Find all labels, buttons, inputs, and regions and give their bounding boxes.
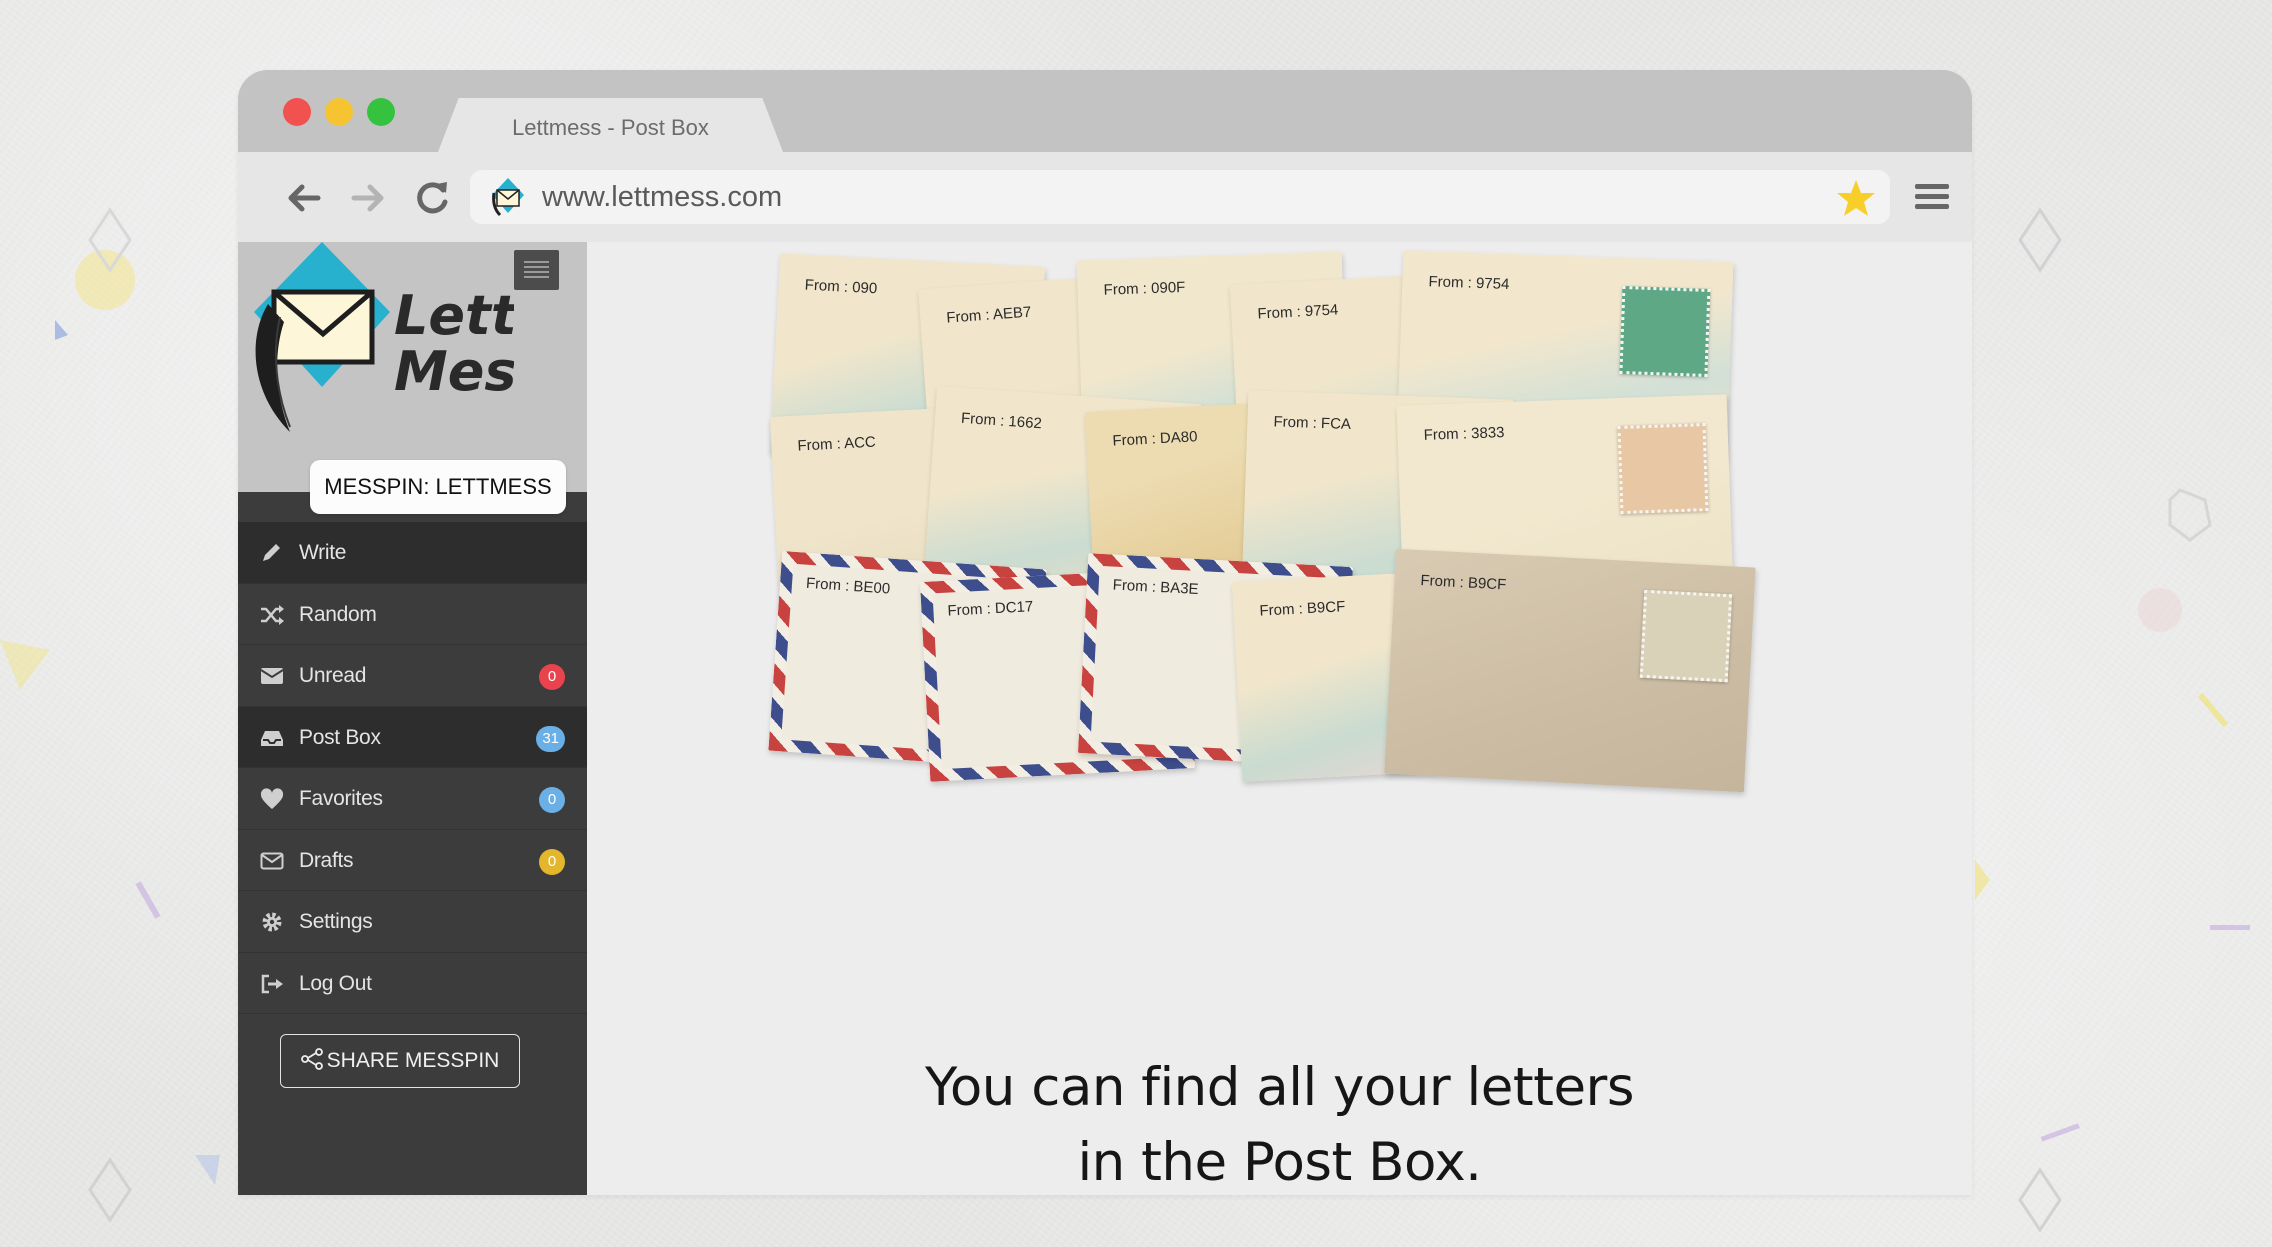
close-window-button[interactable]	[283, 98, 311, 126]
sidebar-item-label: Write	[299, 541, 347, 564]
sidebar-header: Lett Mess MESSPIN: LETTMESS	[238, 242, 587, 514]
minimize-window-button[interactable]	[325, 98, 353, 126]
reload-icon	[417, 182, 448, 214]
gear-icon	[262, 912, 282, 932]
van-stamp-icon	[1619, 285, 1711, 377]
envelope-sender: From : BE00	[805, 574, 891, 598]
envelope-sender: From : FCA	[1273, 413, 1352, 434]
sidebar-item-label: Favorites	[299, 787, 383, 810]
envelope-sender: From : B9CF	[1420, 572, 1507, 594]
envelope-sender: From : DC17	[947, 598, 1034, 620]
envelope-sender: From : 1662	[960, 409, 1043, 433]
sidebar-item-label: Random	[299, 602, 377, 626]
browser-menu-icon[interactable]	[1913, 180, 1951, 214]
inbox-icon	[261, 730, 283, 746]
bookmark-star-icon[interactable]	[1836, 178, 1876, 218]
favorites-count-badge: 0	[539, 787, 565, 813]
envelope-sender: From : ACC	[797, 433, 877, 455]
unread-count-badge: 0	[539, 664, 565, 690]
logout-icon	[261, 974, 283, 993]
address-bar[interactable]: www.lettmess.com	[470, 170, 1890, 224]
sidebar-menu: Write Random Unread 0 Post Box 31 Favori…	[238, 522, 587, 1014]
page-content: Lett Mess MESSPIN: LETTMESS Write	[238, 242, 1972, 1195]
envelope-sender: From : B9CF	[1259, 598, 1346, 620]
sidebar-item-favorites[interactable]: Favorites 0	[238, 768, 587, 830]
post-box-envelopes: From : 090 From : AEB7 From : 090F From …	[768, 250, 1785, 850]
sidebar-toggle-button[interactable]	[514, 250, 559, 290]
bird-stamp-icon	[1617, 423, 1709, 515]
envelope-sender: From : BA3E	[1112, 576, 1199, 599]
sidebar-item-unread[interactable]: Unread 0	[238, 645, 587, 707]
sidebar-item-drafts[interactable]: Drafts 0	[238, 829, 587, 891]
sidebar-item-write[interactable]: Write	[238, 522, 587, 584]
drafts-count-badge: 0	[539, 848, 565, 875]
arrow-left-icon	[288, 184, 321, 212]
post-box-tagline: You can find all your letters in the Pos…	[238, 1050, 1972, 1195]
sidebar-item-label: Drafts	[299, 848, 354, 872]
envelope[interactable]: From : B9CF	[1384, 548, 1756, 793]
tagline-line-1: You can find all your letters	[925, 1057, 1634, 1118]
sidebar-item-post-box[interactable]: Post Box 31	[238, 706, 587, 768]
browser-window: Lettmess - Post Box www.lettmess.com Let…	[238, 70, 1972, 1195]
arrow-right-icon	[351, 184, 384, 212]
envelope-sender: From : 9754	[1428, 273, 1510, 294]
reload-button[interactable]	[410, 176, 454, 220]
messpin-label: MESSPIN: LETTMESS	[310, 460, 566, 514]
sidebar-item-label: Post Box	[299, 725, 381, 749]
site-favicon-icon	[492, 178, 524, 217]
envelope-sender: From : 090F	[1103, 278, 1186, 299]
heart-icon	[260, 788, 284, 809]
maximize-window-button[interactable]	[367, 98, 395, 126]
url-text: www.lettmess.com	[542, 181, 783, 213]
browser-titlebar: Lettmess - Post Box	[238, 70, 1972, 152]
sidebar-item-random[interactable]: Random	[238, 583, 587, 645]
sidebar-item-label: Log Out	[299, 971, 372, 995]
envelope-sender: From : 3833	[1423, 424, 1505, 444]
browser-toolbar: www.lettmess.com	[238, 152, 1972, 242]
sidebar-item-settings[interactable]: Settings	[238, 891, 587, 953]
forward-button[interactable]	[346, 176, 390, 220]
tab-title: Lettmess - Post Box	[512, 115, 709, 140]
svg-text:Mess: Mess	[394, 340, 514, 403]
envelope-sender: From : DA80	[1112, 428, 1198, 450]
pencil-icon	[263, 544, 280, 561]
tagline-line-2: in the Post Box.	[1077, 1132, 1482, 1193]
envelope-sender: From : AEB7	[945, 303, 1032, 327]
post-box-count-badge: 31	[536, 725, 565, 752]
back-button[interactable]	[282, 176, 326, 220]
browser-tab[interactable]: Lettmess - Post Box	[438, 98, 783, 152]
envelope-outline-icon	[260, 852, 284, 869]
sidebar-item-label: Settings	[299, 910, 373, 933]
shuffle-icon	[261, 604, 284, 625]
lettmess-logo: Lett Mess	[254, 242, 514, 432]
sidebar-item-log-out[interactable]: Log Out	[238, 952, 587, 1014]
envelope-icon	[260, 668, 284, 684]
balloon-stamp-icon	[1639, 589, 1733, 683]
svg-text:Lett: Lett	[394, 284, 514, 347]
envelope-sender: From : 9754	[1257, 301, 1339, 323]
sidebar-item-label: Unread	[299, 664, 367, 687]
envelope-sender: From : 090	[804, 276, 878, 298]
